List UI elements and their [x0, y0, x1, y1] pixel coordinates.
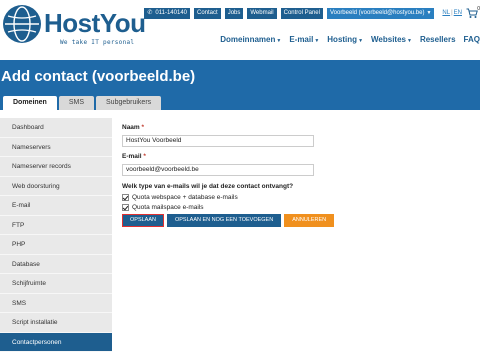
sidebar-item-sms[interactable]: SMS — [0, 293, 112, 313]
caret-down-icon: ▼ — [276, 37, 282, 44]
logo-text[interactable]: HostYou — [44, 8, 146, 39]
nav-websites[interactable]: Websites▼ — [371, 35, 412, 44]
phone-icon: ✆ — [147, 9, 153, 16]
option-label: Quota webspace + database e-mails — [132, 194, 238, 201]
nav-email[interactable]: E-mail▼ — [289, 35, 319, 44]
save-button[interactable]: OPSLAAN — [122, 214, 164, 227]
lang-en-link[interactable]: EN — [454, 10, 462, 16]
caret-down-icon: ▼ — [314, 37, 320, 44]
tab-subgebruikers[interactable]: Subgebruikers — [96, 96, 162, 110]
logo-globe-icon[interactable] — [3, 5, 41, 43]
cart-icon — [466, 8, 478, 18]
sidebar-item-email[interactable]: E-mail — [0, 196, 112, 216]
nav-faq[interactable]: FAQ — [464, 35, 480, 44]
email-label: E-mail * — [122, 153, 146, 160]
sidebar-item-php[interactable]: PHP — [0, 235, 112, 255]
sidebar-item-database[interactable]: Database — [0, 254, 112, 274]
lang-nl-link[interactable]: NL — [442, 10, 450, 16]
phone-button[interactable]: ✆ 011-140140 — [144, 7, 190, 19]
main-nav: Domeinnamen▼ E-mail▼ Hosting▼ Websites▼ … — [212, 33, 480, 45]
email-type-question: Welk type van e-mails wil je dat deze co… — [122, 183, 294, 190]
tab-domeinen[interactable]: Domeinen — [3, 96, 57, 110]
caret-down-icon: ▼ — [358, 37, 364, 44]
name-label: Naam * — [122, 124, 145, 131]
save-and-add-button[interactable]: OPSLAAN EN NOG EEN TOEVOEGEN — [166, 214, 282, 227]
language-switch: NL|EN — [442, 10, 462, 16]
option-quota-mailspace: Quota mailspace e-mails — [122, 203, 322, 212]
nav-hosting[interactable]: Hosting▼ — [327, 35, 363, 44]
checkbox-quota-webspace[interactable] — [122, 194, 129, 201]
form-actions: OPSLAAN OPSLAAN EN NOG EEN TOEVOEGEN ANN… — [122, 214, 337, 227]
title-band: Add contact (voorbeeld.be) Domeinen SMS … — [0, 60, 480, 110]
user-menu-button[interactable]: Voorbeeld (voorbeeld@hostyou.be) ▼ — [326, 7, 435, 19]
jobs-link[interactable]: Jobs — [224, 7, 244, 19]
required-mark: * — [143, 153, 146, 160]
option-quota-webspace: Quota webspace + database e-mails — [122, 193, 322, 202]
sidebar-item-schijfruimte[interactable]: Schijfruimte — [0, 274, 112, 294]
sidebar-item-contactpersonen[interactable]: Contactpersonen — [0, 332, 112, 352]
cancel-button[interactable]: ANNULEREN — [284, 214, 335, 227]
contact-form: Naam * HostYou Voorbeeld E-mail * voorbe… — [122, 124, 322, 212]
cart-button[interactable]: 0 — [466, 6, 480, 19]
required-mark: * — [141, 124, 145, 131]
contact-link[interactable]: Contact — [194, 7, 221, 19]
name-field[interactable]: HostYou Voorbeeld — [122, 135, 314, 147]
sidebar-item-nameservers[interactable]: Nameservers — [0, 137, 112, 157]
sidebar-item-web-doorsturing[interactable]: Web doorsturing — [0, 176, 112, 196]
sidebar-item-ftp[interactable]: FTP — [0, 215, 112, 235]
logo-tagline: We take IT personal — [60, 39, 135, 46]
tab-bar: Domeinen SMS Subgebruikers — [3, 96, 163, 110]
nav-domeinnamen[interactable]: Domeinnamen▼ — [220, 35, 281, 44]
caret-down-icon: ▼ — [407, 37, 412, 44]
chevron-down-icon: ▼ — [426, 9, 432, 16]
webmail-link[interactable]: Webmail — [247, 7, 277, 19]
tab-sms[interactable]: SMS — [58, 96, 95, 110]
phone-number: 011-140140 — [155, 9, 187, 16]
top-bar: ✆ 011-140140 Contact Jobs Webmail Contro… — [140, 6, 480, 19]
page-title: Add contact (voorbeeld.be) — [1, 68, 196, 85]
control-panel-link[interactable]: Control Panel — [280, 7, 323, 19]
sidebar-item-dashboard[interactable]: Dashboard — [0, 118, 112, 138]
user-label: Voorbeeld (voorbeeld@hostyou.be) — [329, 9, 425, 16]
sidebar: Dashboard Nameservers Nameserver records… — [0, 118, 112, 352]
option-label: Quota mailspace e-mails — [132, 204, 204, 211]
checkbox-quota-mailspace[interactable] — [122, 204, 129, 211]
nav-resellers[interactable]: Resellers — [420, 35, 456, 44]
sidebar-item-nameserver-records[interactable]: Nameserver records — [0, 157, 112, 177]
email-field[interactable]: voorbeeld@voorbeeld.be — [122, 164, 314, 176]
site-header: HostYou We take IT personal ✆ 011-140140… — [0, 0, 480, 60]
sidebar-item-script-installatie[interactable]: Script installatie — [0, 313, 112, 333]
